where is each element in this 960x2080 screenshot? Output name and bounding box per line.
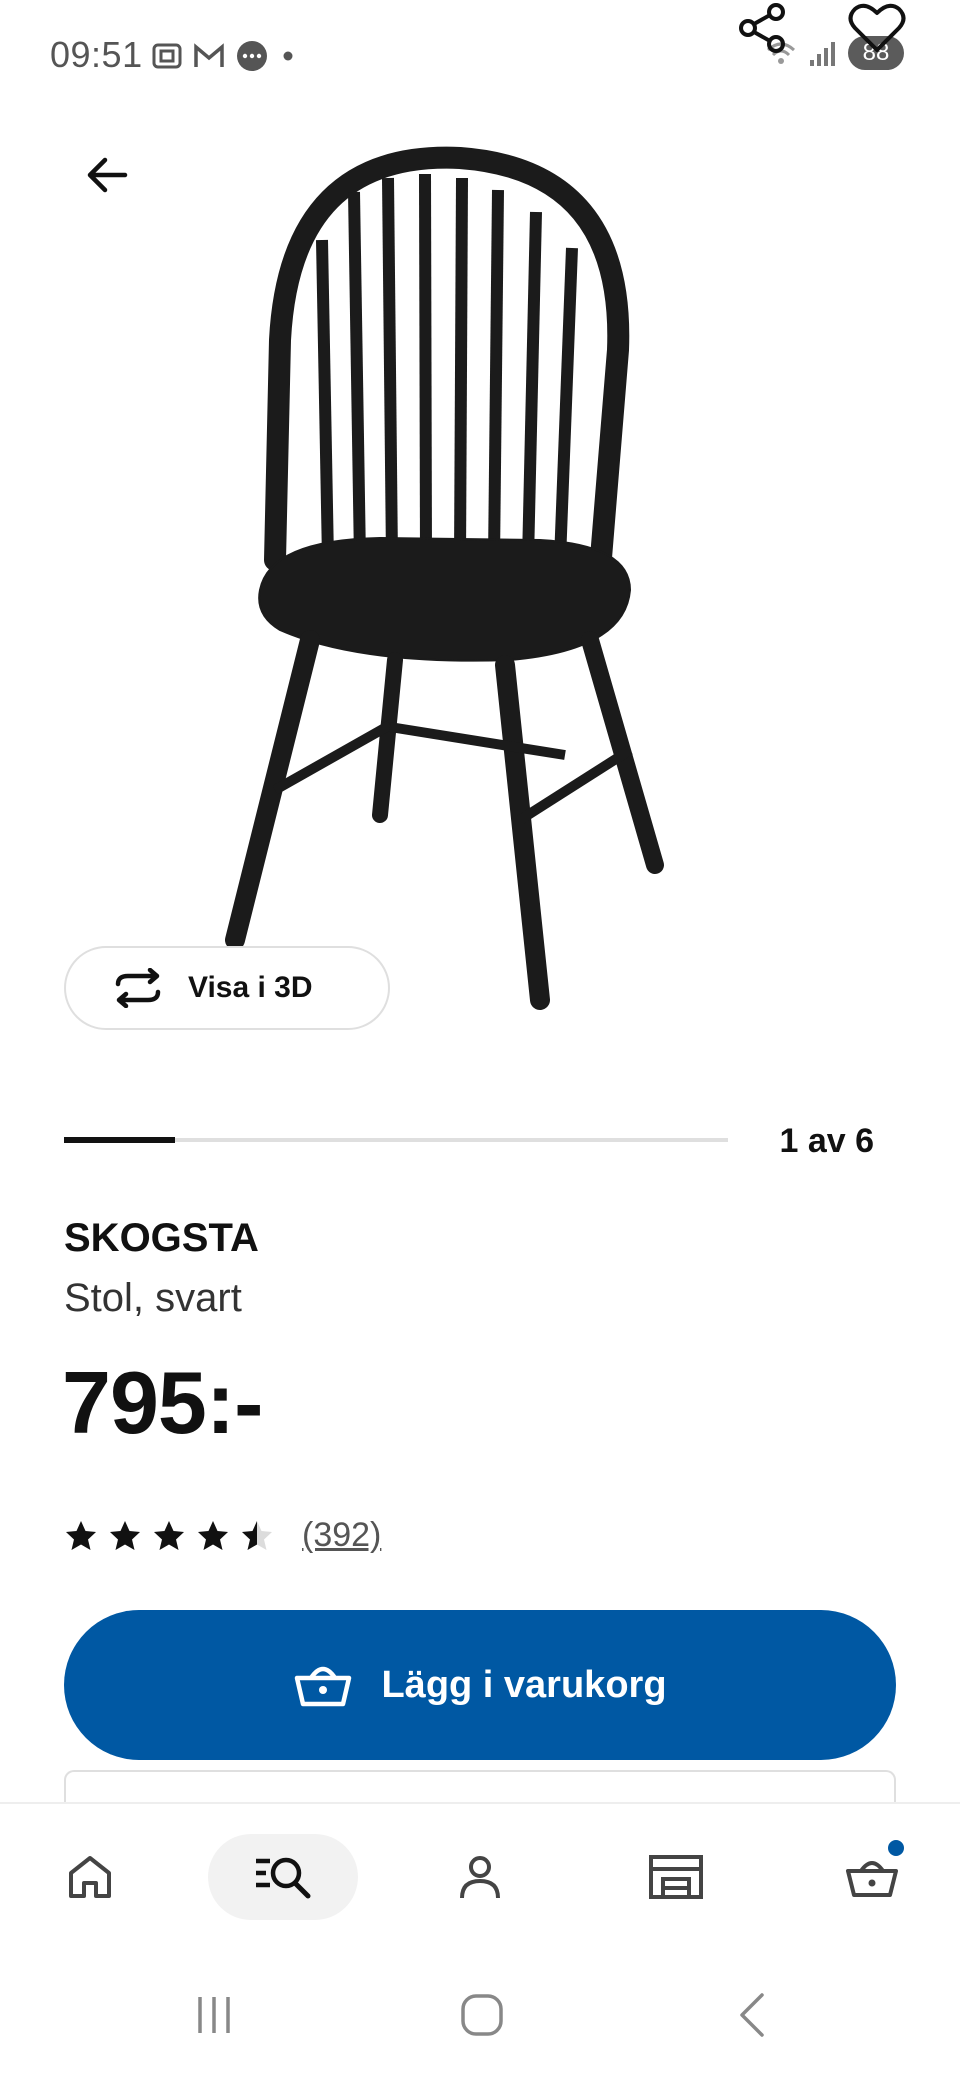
product-description: Stol, svart [64,1276,242,1320]
product-rating[interactable]: (392) [64,1516,381,1555]
star-icon [66,1520,96,1550]
signal-icon [810,42,835,66]
screenshot-icon [152,43,182,69]
back-button[interactable] [72,140,142,210]
search-icon [256,1857,311,1899]
add-to-cart-label: Lägg i varukorg [381,1663,667,1706]
gallery-progress-fill [64,1137,175,1143]
status-bar: 09:51 88 [0,0,960,110]
status-time: 09:51 [50,34,143,75]
share-button[interactable] [728,0,798,60]
nav-cart[interactable] [832,1834,912,1920]
gallery-progress-bar [64,1137,728,1143]
favorite-button[interactable] [842,0,912,60]
nav-stores[interactable] [636,1834,716,1920]
product-name: SKOGSTA [64,1216,259,1260]
rating-stars [64,1519,274,1553]
star-icon [242,1520,272,1550]
product-image[interactable] [180,140,740,1020]
view-in-3d-label: Visa i 3D [188,971,313,1004]
view-in-3d-button[interactable]: Visa i 3D [64,946,390,1030]
recent-apps-button[interactable] [174,1980,254,2050]
system-navigation-bar [0,1950,960,2080]
share-icon [739,3,785,53]
cart-notification-dot [888,1840,904,1856]
gallery-position: 1 av 6 [779,1122,874,1160]
arrow-left-icon [87,157,128,193]
messages-icon [237,41,267,71]
basket-icon [295,1666,352,1707]
review-count-link[interactable]: (392) [302,1516,381,1555]
system-back-button[interactable] [712,1980,792,2050]
status-notification-icons [150,38,298,74]
store-icon [649,1855,703,1899]
system-home-button[interactable] [442,1980,522,2050]
product-price: 795:- [62,1353,263,1452]
home-square-icon [461,1994,503,2036]
star-icon [154,1520,184,1550]
star-icon [110,1520,140,1550]
recents-icon [198,1997,230,2033]
bottom-navigation [0,1802,960,1950]
heart-icon [848,3,906,52]
nav-search[interactable] [208,1834,358,1920]
add-to-cart-button[interactable]: Lägg i varukorg [64,1610,896,1760]
gmail-icon [194,43,224,67]
chevron-left-icon [740,1993,764,2037]
dot-icon [283,51,293,61]
nav-home[interactable] [50,1834,130,1920]
person-icon [460,1856,500,1899]
nav-profile[interactable] [440,1834,520,1920]
basket-icon [846,1861,898,1897]
rotate-icon [115,968,161,1008]
home-icon [69,1856,111,1898]
star-icon [198,1520,228,1550]
